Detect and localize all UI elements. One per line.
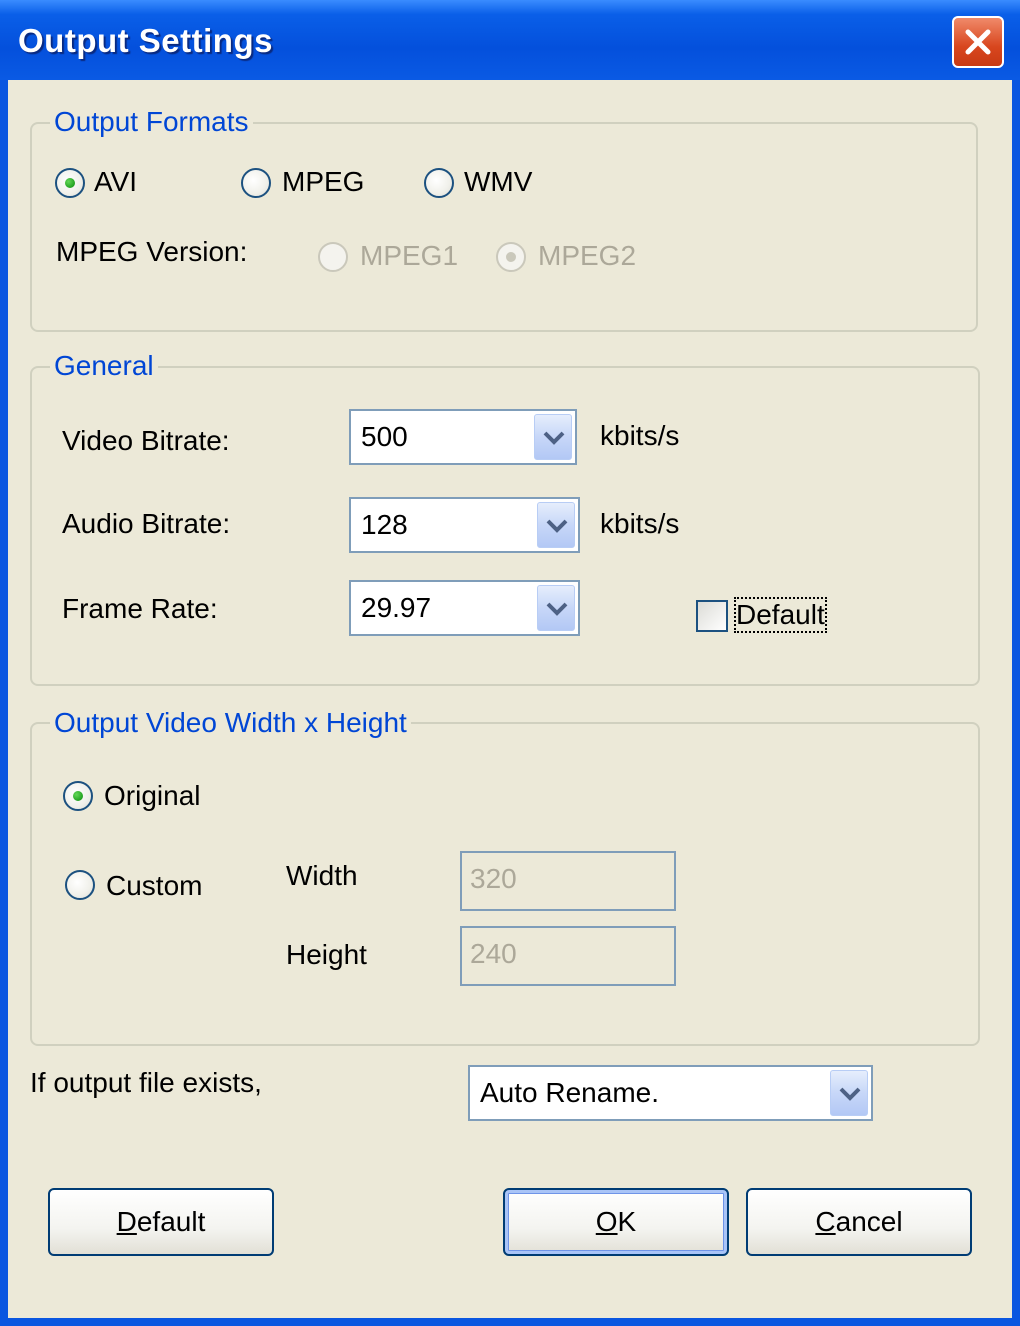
close-icon (965, 29, 991, 55)
radio-selected-dot (65, 178, 75, 188)
ok-button[interactable]: OK (503, 1188, 729, 1256)
file-exists-select[interactable]: Auto Rename. (468, 1065, 873, 1121)
frame-rate-dropdown-button[interactable] (537, 585, 575, 631)
width-input[interactable]: 320 (460, 851, 676, 911)
audio-bitrate-label: Audio Bitrate: (62, 508, 231, 539)
file-exists-label: If output file exists, (30, 1067, 262, 1098)
audio-bitrate-select[interactable]: 128 (349, 497, 580, 553)
default-button-label: efault (136, 1206, 206, 1237)
radio-custom[interactable] (65, 870, 95, 900)
ok-button-accel: O (595, 1206, 618, 1237)
chevron-down-icon (543, 431, 565, 445)
radio-mpeg-label[interactable]: MPEG (282, 166, 364, 198)
width-label: Width (286, 860, 358, 891)
chevron-down-icon (546, 602, 568, 616)
video-size-legend: Output Video Width x Height (50, 707, 411, 739)
close-button[interactable] (952, 16, 1004, 68)
output-formats-legend: Output Formats (50, 106, 253, 138)
radio-selected-dot (73, 791, 83, 801)
ok-button-label: K (617, 1206, 637, 1237)
audio-bitrate-unit: kbits/s (600, 508, 680, 539)
radio-mpeg[interactable] (241, 168, 271, 198)
default-button[interactable]: Default (48, 1188, 274, 1256)
general-legend: General (50, 350, 158, 382)
frame-rate-value: 29.97 (361, 592, 432, 623)
output-settings-dialog: Output Settings Output Formats AVI MPEG … (0, 0, 1020, 1326)
cancel-button-accel: C (815, 1206, 836, 1237)
file-exists-value: Auto Rename. (480, 1077, 659, 1108)
file-exists-dropdown-button[interactable] (830, 1070, 868, 1116)
default-button-accel: D (116, 1206, 137, 1237)
video-bitrate-label: Video Bitrate: (62, 425, 230, 456)
radio-mpeg1[interactable] (318, 242, 348, 272)
video-bitrate-select[interactable]: 500 (349, 409, 577, 465)
output-formats-group (30, 122, 978, 332)
cancel-button-label: ancel (835, 1206, 903, 1237)
radio-wmv-label[interactable]: WMV (464, 166, 532, 198)
radio-avi[interactable] (55, 168, 85, 198)
audio-bitrate-dropdown-button[interactable] (537, 502, 575, 548)
video-bitrate-dropdown-button[interactable] (534, 414, 572, 460)
video-bitrate-value: 500 (361, 421, 408, 452)
video-bitrate-unit: kbits/s (600, 420, 680, 451)
frame-rate-select[interactable]: 29.97 (349, 580, 580, 636)
width-value: 320 (470, 863, 517, 894)
audio-bitrate-value: 128 (361, 509, 408, 540)
radio-original[interactable] (63, 781, 93, 811)
default-frame-rate-checkbox[interactable] (696, 600, 728, 632)
radio-mpeg2-label[interactable]: MPEG2 (538, 240, 636, 272)
cancel-button[interactable]: Cancel (746, 1188, 972, 1256)
mpeg-version-label: MPEG Version: (56, 236, 248, 267)
radio-avi-label[interactable]: AVI (94, 166, 137, 198)
dialog-body: Output Formats AVI MPEG WMV MPEG Version… (8, 80, 1012, 1318)
chevron-down-icon (546, 519, 568, 533)
height-input[interactable]: 240 (460, 926, 676, 986)
chevron-down-icon (839, 1087, 861, 1101)
window-title: Output Settings (18, 22, 273, 59)
radio-mpeg1-label[interactable]: MPEG1 (360, 240, 458, 272)
height-value: 240 (470, 938, 517, 969)
height-label: Height (286, 939, 367, 970)
radio-wmv[interactable] (424, 168, 454, 198)
radio-selected-dot (506, 252, 516, 262)
radio-original-label[interactable]: Original (104, 780, 200, 812)
radio-mpeg2[interactable] (496, 242, 526, 272)
default-frame-rate-label[interactable]: Default (734, 597, 827, 633)
frame-rate-label: Frame Rate: (62, 593, 218, 624)
title-bar[interactable]: Output Settings (0, 0, 1020, 80)
radio-custom-label[interactable]: Custom (106, 870, 202, 902)
